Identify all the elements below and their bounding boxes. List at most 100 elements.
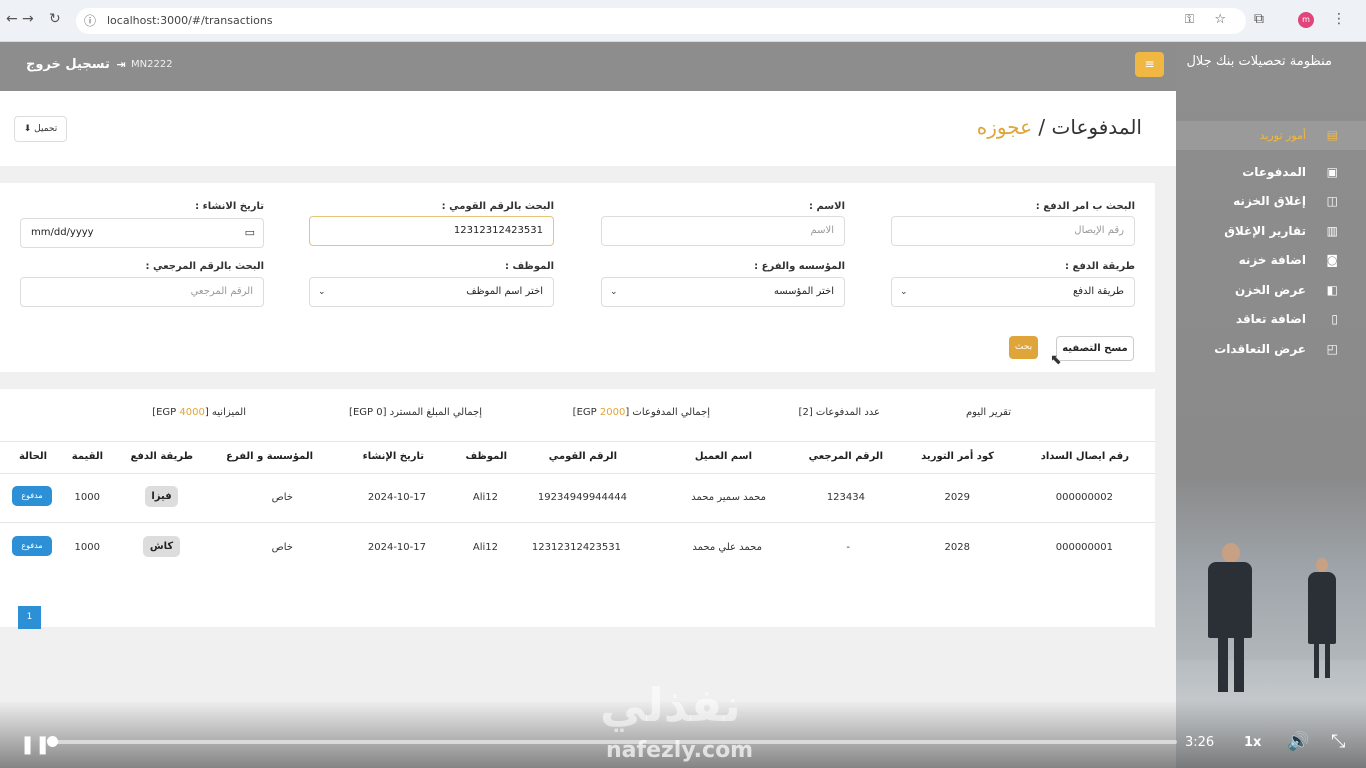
video-time: 3:26 xyxy=(1185,735,1215,750)
cell-national-id: 12312312423531 xyxy=(531,542,621,553)
sidebar-brand: منظومة تحصيلات بنك جلال xyxy=(1186,54,1332,69)
chevron-down-icon: ⌄ xyxy=(900,287,908,297)
created-date-input[interactable]: mm/dd/yyyy ▭ xyxy=(20,218,264,248)
browser-menu-icon[interactable]: ⋮ xyxy=(1332,11,1346,27)
logout-button[interactable]: تسجيل خروج ⇥ xyxy=(26,57,126,72)
person-image xyxy=(1308,572,1336,644)
video-progress-knob[interactable] xyxy=(47,736,58,747)
person-image xyxy=(1316,558,1328,572)
col-national-id: الرقم القومي xyxy=(548,451,617,462)
browser-toolbar: ← → ↻ ⓘ localhost:3000/#/transactions ⚿ … xyxy=(0,0,1366,42)
national-id-input[interactable]: 12312312423531 xyxy=(309,216,554,246)
cell-amount: 1000 xyxy=(74,542,100,553)
back-icon[interactable]: ← xyxy=(6,11,18,27)
institution-label: المؤسسه والفرع : xyxy=(754,261,845,272)
payment-method-label: طريقة الدفع : xyxy=(1065,261,1135,272)
col-created: تاريخ الإنشاء xyxy=(362,451,424,462)
screen: ← → ↻ ⓘ localhost:3000/#/transactions ⚿ … xyxy=(0,0,1366,768)
created-date-label: تاريخ الانشاء : xyxy=(195,201,264,212)
col-status: الحالة xyxy=(19,451,47,462)
pagination-page-button[interactable]: 1 xyxy=(18,606,41,629)
payments-count: عدد المدفوعات [2] xyxy=(798,407,880,418)
status-badge: مدفوع xyxy=(12,536,52,556)
extensions-icon[interactable]: ⧉ xyxy=(1254,11,1264,27)
view-safes-icon: ◧ xyxy=(1326,283,1338,297)
page-title: المدفوعات / عجوزه xyxy=(977,115,1142,139)
divider xyxy=(0,441,1155,442)
sidebar-item-payments[interactable]: المدفوعات xyxy=(1242,165,1306,179)
status-badge: مدفوع xyxy=(12,486,52,506)
sidebar-item-closing-reports[interactable]: تقارير الإغلاق xyxy=(1224,224,1306,238)
sidebar-item-view-safes[interactable]: عرض الخزن xyxy=(1235,283,1306,297)
col-receipt: رقم ايصال السداد xyxy=(1040,451,1129,462)
supply-orders-icon: ▤ xyxy=(1326,128,1338,142)
refunded-total: إجمالي المبلغ المسترد [0 EGP] xyxy=(349,407,482,418)
sidebar-item-supply-orders[interactable]: أمور توريد xyxy=(1260,129,1306,142)
institution-select[interactable]: اختر المؤسسه ⌄ xyxy=(601,277,845,307)
budget-prefix: الميزانيه [ xyxy=(204,407,246,418)
created-date-value: mm/dd/yyyy xyxy=(31,227,94,238)
chevron-down-icon: ⌄ xyxy=(610,287,618,297)
reload-icon[interactable]: ↻ xyxy=(49,11,61,27)
clear-filters-button[interactable]: مسح التصفيه xyxy=(1056,336,1134,361)
col-order-code: كود أمر التوريد xyxy=(921,451,994,462)
cell-institution: خاص xyxy=(271,492,293,503)
payment-order-input[interactable]: رقم الإيصال xyxy=(891,216,1135,246)
playback-speed-button[interactable]: 1x xyxy=(1244,735,1261,750)
cell-institution: خاص xyxy=(271,542,293,553)
video-progress-bar[interactable] xyxy=(50,740,1177,744)
pause-icon[interactable]: ❚❚ xyxy=(20,734,50,755)
payment-method-badge: كاش xyxy=(143,536,180,557)
payment-method-badge: فيزا xyxy=(145,486,178,507)
name-input[interactable]: الاسم xyxy=(601,216,845,246)
site-info-icon[interactable]: ⓘ xyxy=(84,12,96,29)
sidebar-item-close-safe[interactable]: إغلاق الخزنه xyxy=(1233,194,1306,208)
profile-avatar[interactable]: m xyxy=(1298,12,1314,28)
user-code: MN2222 xyxy=(131,59,173,70)
total-payments-suffix: EGP] xyxy=(572,407,600,418)
cell-order-code: 2029 xyxy=(944,492,970,503)
budget-value: 4000 xyxy=(179,407,205,418)
cell-client: محمد علي محمد xyxy=(692,542,762,553)
page-title-text: المدفوعات / xyxy=(1032,115,1142,139)
cell-amount: 1000 xyxy=(74,492,100,503)
reference-label: البحث بالرقم المرجعي : xyxy=(145,261,264,272)
volume-icon[interactable]: 🔊 xyxy=(1287,731,1309,752)
calendar-icon[interactable]: ▭ xyxy=(245,219,255,247)
person-image xyxy=(1314,642,1319,678)
reference-input[interactable]: الرقم المرجعي xyxy=(20,277,264,307)
total-payments: إجمالي المدفوعات [2000 EGP] xyxy=(573,407,710,418)
fullscreen-icon[interactable]: ⤡ xyxy=(1331,731,1345,752)
bookmark-star-icon[interactable]: ☆ xyxy=(1214,12,1226,27)
employee-select[interactable]: اختر اسم الموظف ⌄ xyxy=(309,277,554,307)
filters-card: البحث ب امر الدفع : الاسم : البحث بالرقم… xyxy=(0,183,1155,372)
payment-order-label: البحث ب امر الدفع : xyxy=(1035,201,1135,212)
add-contract-icon: ▯ xyxy=(1331,312,1338,326)
person-image xyxy=(1222,543,1240,563)
employee-label: الموظف : xyxy=(505,261,554,272)
search-button[interactable]: بحث xyxy=(1009,336,1038,359)
mouse-cursor-icon: ⬉ xyxy=(1050,352,1062,368)
close-safe-icon: ◫ xyxy=(1326,194,1338,208)
cell-created: 2024-10-17 xyxy=(367,492,426,503)
watermark-logo: نفذلي xyxy=(600,678,741,732)
cell-employee: Ali12 xyxy=(472,492,498,503)
institution-value: اختر المؤسسه xyxy=(773,286,834,297)
cell-client: محمد سمير محمد xyxy=(691,492,766,503)
person-image xyxy=(1218,636,1228,692)
cell-receipt: 000000002 xyxy=(1055,492,1113,503)
col-client: اسم العميل xyxy=(694,451,752,462)
sidebar-item-add-contract[interactable]: اضافة تعاقد xyxy=(1236,312,1306,326)
forward-icon[interactable]: → xyxy=(22,11,34,27)
address-bar[interactable]: ⓘ localhost:3000/#/transactions ⚿ ☆ xyxy=(76,8,1246,34)
url-text[interactable]: localhost:3000/#/transactions xyxy=(107,14,273,27)
sidebar-item-view-contracts[interactable]: عرض التعاقدات xyxy=(1214,342,1306,356)
menu-toggle-button[interactable]: ≡ xyxy=(1135,52,1164,77)
payment-method-select[interactable]: طريقة الدفع ⌄ xyxy=(891,277,1135,307)
sidebar-item-add-safe[interactable]: اضافة خزنه xyxy=(1239,253,1306,267)
add-safe-icon: ◙ xyxy=(1326,253,1338,267)
download-label: تحميل xyxy=(34,124,58,134)
password-key-icon[interactable]: ⚿ xyxy=(1185,12,1194,27)
download-button[interactable]: ⬇ تحميل xyxy=(14,116,67,142)
divider xyxy=(0,473,1155,474)
